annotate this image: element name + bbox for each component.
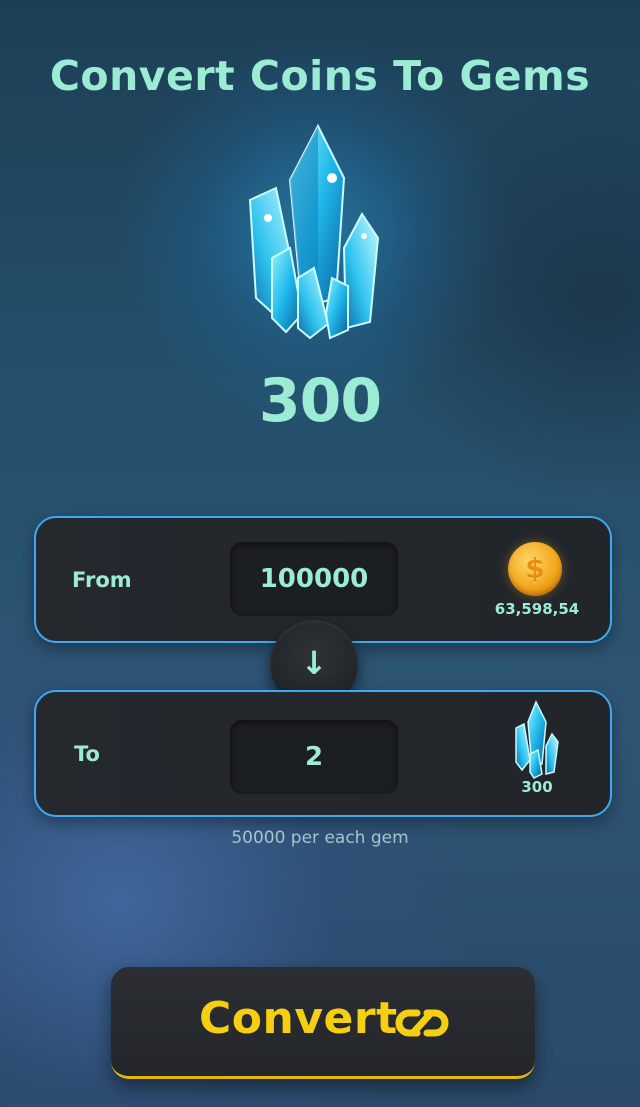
from-label: From	[72, 568, 132, 592]
gem-balance: 300	[521, 778, 553, 796]
gem-icon	[515, 700, 559, 779]
convert-button[interactable]: Convert	[111, 967, 535, 1079]
gem-icon	[248, 123, 380, 340]
to-card: To 2 300	[34, 690, 612, 817]
conversion-rate: 50000 per each gem	[231, 828, 409, 848]
arrow-down-icon: ↓	[300, 644, 328, 682]
coin-icon: $	[508, 542, 562, 596]
link-icon	[395, 1009, 449, 1037]
to-amount-input[interactable]: 2	[230, 720, 398, 794]
page-title: Convert Coins To Gems	[49, 52, 591, 100]
coin-balance: 63,598,54	[494, 600, 580, 618]
to-label: To	[74, 742, 100, 766]
gem-amount: 300	[258, 366, 382, 436]
from-amount-input[interactable]: 100000	[230, 542, 398, 616]
convert-button-label: Convert	[199, 993, 398, 1044]
